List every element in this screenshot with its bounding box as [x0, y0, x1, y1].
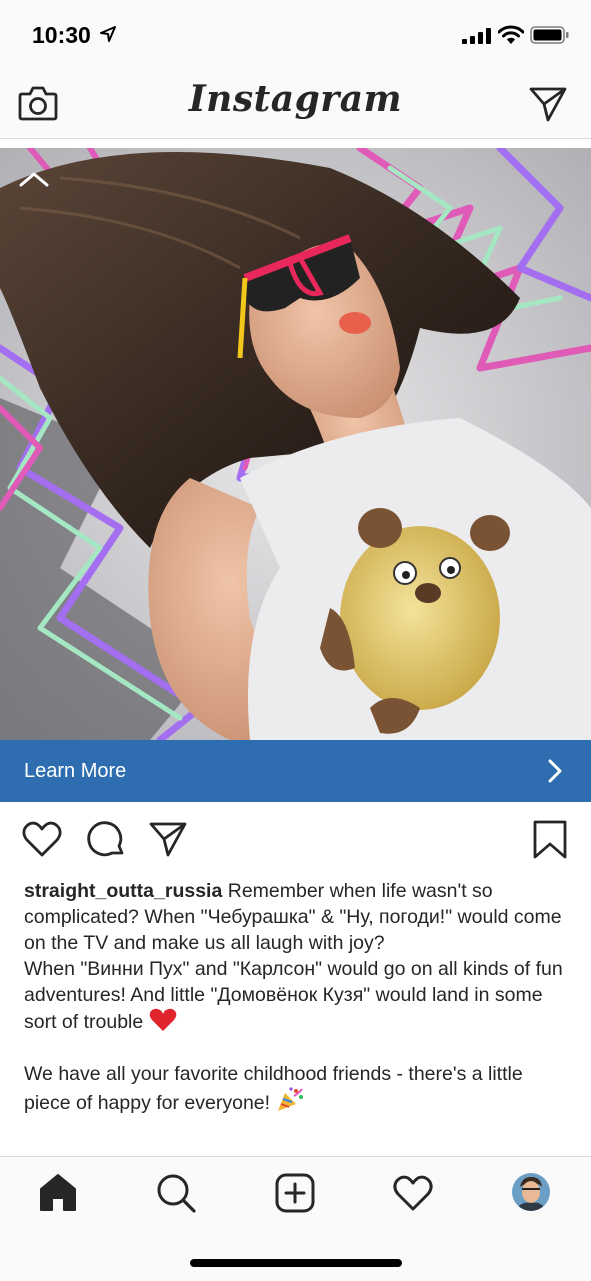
post-caption: straight_outta_russia Remember when life…	[24, 878, 572, 1116]
post-image[interactable]	[0, 148, 591, 740]
post-username[interactable]: straight_outta_russia	[24, 880, 222, 902]
signal-icon	[462, 28, 491, 44]
learn-more-label: Learn More	[24, 760, 127, 782]
chevron-right-icon	[548, 759, 562, 783]
heart-icon[interactable]	[22, 820, 62, 858]
top-nav: Instagram	[0, 70, 591, 139]
learn-more-button[interactable]: Learn More	[0, 740, 591, 802]
chevron-up-icon[interactable]	[18, 170, 50, 188]
activity-heart-icon[interactable]	[391, 1171, 435, 1215]
party-popper-emoji-icon	[277, 1087, 303, 1111]
search-icon[interactable]	[154, 1171, 198, 1215]
caption-paragraph-2: When "Винни Пух" and "Карлсон" would go …	[24, 956, 572, 1035]
caption-paragraph-1: straight_outta_russia Remember when life…	[24, 878, 572, 956]
status-time: 10:30	[32, 22, 91, 48]
profile-avatar[interactable]	[512, 1173, 550, 1211]
wifi-icon	[498, 25, 524, 44]
red-heart-emoji-icon	[149, 1008, 176, 1031]
battery-icon	[530, 26, 569, 44]
post-photo	[0, 148, 591, 740]
comment-icon[interactable]	[86, 820, 126, 860]
bookmark-icon[interactable]	[532, 820, 568, 860]
direct-message-icon[interactable]	[528, 85, 568, 123]
caption-paragraph-3: We have all your favorite childhood frie…	[24, 1061, 572, 1116]
instagram-logo: Instagram	[188, 78, 403, 120]
share-icon[interactable]	[148, 820, 188, 858]
caption-text-3: We have all your favorite childhood frie…	[24, 1063, 523, 1114]
status-bar: 10:30	[0, 0, 591, 70]
home-indicator[interactable]	[190, 1259, 402, 1267]
caption-text-2: When "Винни Пух" and "Карлсон" would go …	[24, 958, 563, 1033]
home-icon[interactable]	[36, 1171, 80, 1215]
new-post-icon[interactable]	[273, 1171, 317, 1215]
location-arrow-icon	[100, 26, 116, 42]
